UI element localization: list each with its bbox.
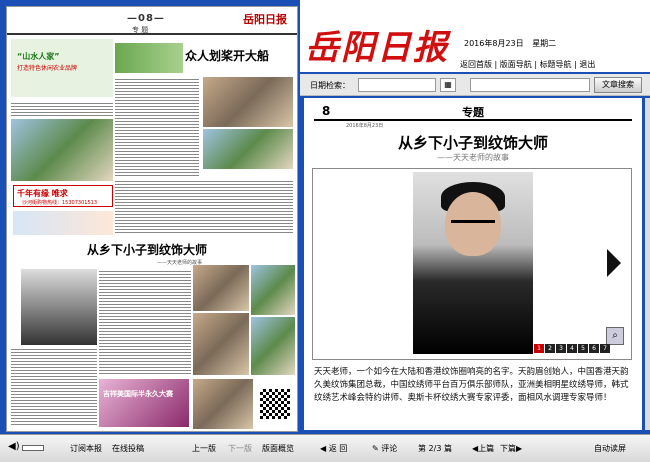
- speaker-icon[interactable]: ◀): [8, 441, 20, 452]
- left-toolbar: ◀) 订阅本报 在线投稿 上一版 下一版 版面概览: [0, 434, 300, 462]
- paper-text-block: [99, 269, 191, 375]
- next-page-link[interactable]: 下一版: [228, 443, 252, 454]
- top-nav: 返回首版 | 版面导航 | 标题导航 | 退出: [460, 60, 596, 69]
- site-logo: 岳阳日报: [305, 28, 449, 68]
- counter-unit: 篇: [443, 444, 452, 453]
- nav-home-edition[interactable]: 返回首版: [460, 60, 492, 69]
- article-view: 8 专题 2016年8月23日 从乡下小子到纹饰大师 ——天天老师的故事 ⌕ 1…: [304, 98, 642, 430]
- date-search-label: 日期检索：: [310, 81, 350, 90]
- page-overview-link[interactable]: 版面概览: [262, 443, 294, 454]
- back-label: 返 回: [328, 444, 348, 453]
- next-arrow-icon: ▶: [516, 444, 523, 453]
- counter-value: 2/3: [428, 444, 442, 453]
- nav-titles[interactable]: 标题导航: [540, 60, 572, 69]
- auto-read-button[interactable]: 自动读屏: [594, 443, 626, 454]
- zoom-icon[interactable]: ⌕: [606, 327, 624, 345]
- paper-ad-red[interactable]: 千年有缘 唯求 沙河街购物热线：15307301513: [13, 185, 113, 207]
- gallery-page-6[interactable]: 6: [589, 344, 599, 353]
- paper-photo-5: [193, 379, 253, 429]
- paper-page-number: —08—: [127, 13, 165, 24]
- gallery-pager: 1234567: [534, 344, 611, 353]
- paper-portrait: [21, 269, 97, 345]
- nav-layout[interactable]: 版面导航: [500, 60, 532, 69]
- date-text: 2016年8月23日: [464, 39, 524, 48]
- keyword-input[interactable]: [470, 78, 590, 92]
- gallery-page-2[interactable]: 2: [545, 344, 555, 353]
- paper-header: —08— 专 题 岳阳日报: [7, 7, 297, 35]
- gallery-image[interactable]: [413, 172, 533, 354]
- paper-text-block: [115, 77, 199, 177]
- next-article-button[interactable]: 下篇▶: [500, 443, 522, 454]
- prev-article-label: 上篇: [478, 444, 495, 453]
- paper-section: 专 题: [132, 26, 149, 34]
- article-search-button[interactable]: 文章搜索: [594, 77, 642, 93]
- article-meta: 2016年8月23日: [346, 123, 384, 129]
- article-title: 从乡下小子到纹饰大师: [397, 134, 548, 152]
- next-article-label: 下篇: [500, 444, 516, 453]
- bottom-ad-title: 吉祥美国际半永久大赛: [103, 390, 173, 398]
- article-page-number: 8: [322, 104, 331, 118]
- nav-exit[interactable]: 退出: [579, 60, 595, 69]
- paper-logo: 岳阳日报: [243, 13, 287, 26]
- qr-code-icon: [260, 389, 290, 419]
- search-bar: 日期检索： ▦ 文章搜索: [300, 74, 650, 96]
- gallery-page-7[interactable]: 7: [600, 344, 610, 353]
- paper-ad-shanshui[interactable]: “山水人家” 打造特色休闲农业品牌: [11, 39, 113, 97]
- prev-page-link[interactable]: 上一版: [192, 443, 216, 454]
- paper-text-block: [11, 101, 113, 117]
- ad-red-subtitle: 沙河街购物热线：15307301513: [22, 200, 97, 206]
- right-toolbar: ◀ 返 回 ✎ 评论 第 2/3 篇 ◀上篇 下篇▶ 自动读屏: [300, 434, 650, 462]
- article-scrollbar[interactable]: [645, 98, 650, 430]
- paper-photo-award: [203, 77, 293, 127]
- back-button[interactable]: ◀ 返 回: [320, 443, 347, 454]
- newspaper-page-view[interactable]: —08— 专 题 岳阳日报 “山水人家” 打造特色休闲农业品牌 众人划桨开大船 …: [6, 6, 298, 432]
- prev-article-button[interactable]: ◀上篇: [472, 443, 494, 454]
- comment-icon: ✎: [372, 444, 382, 453]
- current-date: 2016年8月23日 星期二: [464, 38, 556, 49]
- ad-subtitle: 打造特色休闲农业品牌: [17, 65, 78, 72]
- paper-text-block: [115, 179, 293, 235]
- paper-headline-1[interactable]: 众人划桨开大船: [185, 47, 269, 64]
- back-arrow-icon: ◀: [320, 444, 329, 453]
- article-counter: 第 2/3 篇: [418, 443, 452, 454]
- paper-headline-2[interactable]: 从乡下小子到纹饰大师: [87, 241, 207, 258]
- paper-photo-1: [193, 265, 249, 311]
- paper-photo-group: [11, 119, 113, 181]
- paper-image-green: [115, 43, 183, 73]
- comment-label: 评论: [381, 444, 398, 453]
- paper-bottom-ad[interactable]: 吉祥美国际半永久大赛: [99, 379, 189, 427]
- date-input[interactable]: [358, 78, 436, 92]
- comment-button[interactable]: ✎ 评论: [372, 443, 397, 454]
- article-subtitle: ——天天老师的故事: [437, 153, 509, 162]
- counter-prefix: 第: [418, 444, 426, 453]
- newspaper-reader: —08— 专 题 岳阳日报 “山水人家” 打造特色休闲农业品牌 众人划桨开大船 …: [0, 0, 650, 462]
- divider: [314, 119, 632, 121]
- weekday-text: 星期二: [532, 39, 557, 48]
- calendar-icon[interactable]: ▦: [440, 78, 456, 92]
- submit-article-link[interactable]: 在线投稿: [112, 443, 144, 454]
- volume-slider[interactable]: [22, 445, 44, 451]
- image-gallery: ⌕: [312, 168, 632, 360]
- gallery-page-1[interactable]: 1: [534, 344, 544, 353]
- ad-title: “山水人家”: [17, 52, 60, 61]
- gallery-page-3[interactable]: 3: [556, 344, 566, 353]
- paper-photo-event: [203, 129, 293, 169]
- paper-photo-4: [251, 317, 295, 375]
- paper-text-block: [11, 347, 97, 427]
- person-glasses: [451, 220, 495, 226]
- subscribe-link[interactable]: 订阅本报: [70, 443, 102, 454]
- ad-red-title: 千年有缘 唯求: [17, 189, 68, 198]
- gallery-page-5[interactable]: 5: [578, 344, 588, 353]
- article-section: 专题: [462, 106, 484, 119]
- paper-photo-3: [193, 313, 249, 375]
- next-image-arrow-icon[interactable]: [607, 249, 621, 277]
- paper-ad-blue[interactable]: [13, 211, 113, 235]
- paper-photo-2: [251, 265, 295, 315]
- article-body: 天天老师，一个如今在大陆和香港纹饰圈响亮的名字。天韵眉创始人，中国香港天韵久美纹…: [314, 367, 629, 403]
- gallery-page-4[interactable]: 4: [567, 344, 577, 353]
